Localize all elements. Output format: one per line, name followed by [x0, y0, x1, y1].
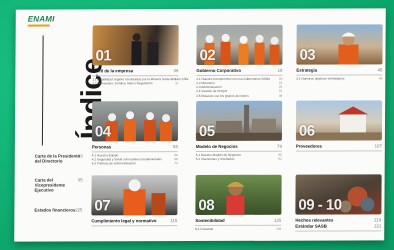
divider	[91, 225, 178, 226]
section-heading-sasb: Estándar SASB 221	[295, 223, 381, 228]
section-03[interactable]: 03 Estrategia 45 3.1 Nuestros objetivos e…	[296, 24, 383, 81]
section-number: 05	[198, 122, 215, 141]
section-heading: Proveedores 107	[296, 143, 382, 148]
section-heading: Perfil de la empresa 09	[92, 68, 178, 73]
subsection-item[interactable]: 1.2 Relevantes, Jurídica, Marco Regulato…	[92, 81, 178, 86]
section-07[interactable]: 07 Cumplimiento legal y normativo 115	[91, 175, 178, 226]
side-link-label: Estados financieros	[34, 207, 76, 213]
subsection-item[interactable]: 8.1 Industrial 126	[195, 226, 281, 231]
section-number: 06	[298, 122, 315, 140]
section-heading: Estrategia 45	[296, 67, 382, 72]
section-02[interactable]: 02 Gobierno Corporativo 19 2.1 Nuestro Co…	[196, 24, 283, 98]
section-title: Estrategia	[296, 67, 318, 73]
section-08-photo: 08	[195, 174, 282, 216]
index-page: ENAMI Índice Carta de la Presidenta del …	[14, 8, 386, 242]
section-page: 219	[374, 217, 382, 223]
section-title: Cumplimiento legal y normativo	[91, 218, 157, 224]
section-02-photo: 02	[196, 24, 283, 66]
section-title: Hechos relevantes	[295, 217, 334, 223]
section-page: 221	[374, 223, 382, 229]
section-number: 08	[198, 196, 215, 215]
side-link-page: 03	[77, 153, 83, 159]
section-title: Sostenibilidad	[195, 217, 225, 224]
section-06[interactable]: 06 Proveedores 107	[295, 100, 383, 152]
side-link-vicepresidente[interactable]: Carta del Vicepresidente Ejecutivo 05	[34, 177, 83, 193]
section-number: 07	[94, 197, 111, 215]
section-04-photo: 04	[91, 101, 179, 142]
section-title: Estándar SASB	[295, 223, 327, 229]
section-title: Perfil de la empresa	[92, 68, 134, 74]
section-page: 45	[377, 67, 383, 73]
side-link-estados[interactable]: Estados financieros 225	[34, 207, 83, 213]
section-heading: Cumplimiento legal y normativo 115	[91, 218, 177, 223]
section-page: 09	[173, 68, 179, 74]
section-07-photo: 07	[91, 175, 178, 216]
side-link-presidenta[interactable]: Carta de la Presidenta del Directorio 03	[34, 153, 83, 164]
section-05[interactable]: 05 Modelo de Negocios 79 5.1 Nuestro Mode…	[195, 100, 283, 162]
section-09-10[interactable]: 09 - 10 Hechos relevantes 219 Estándar SA…	[295, 174, 382, 232]
section-heading: Gobierno Corporativo 19	[196, 68, 282, 73]
index-sidebar: Índice Carta de la Presidenta del Direct…	[14, 9, 108, 241]
divider	[295, 230, 382, 232]
divider	[295, 150, 382, 152]
subsection-item[interactable]: 4.3 Políticas de subcontratación 74	[92, 161, 178, 166]
title-rule	[41, 35, 44, 146]
section-title: Modelo de Negocios	[195, 143, 238, 150]
subsection-item[interactable]: 5.2 Inversiones y resultados 92	[196, 157, 282, 162]
section-page: 79	[277, 143, 282, 149]
section-title: Gobierno Corporativo	[196, 67, 242, 74]
section-06-photo: 06	[295, 100, 383, 141]
section-number: 09 - 10	[298, 196, 342, 214]
section-04[interactable]: 04 Personas 55 4.1 Nuestro Equipo 56 4.2 S…	[91, 101, 179, 166]
section-page: 125	[274, 217, 282, 223]
section-heading: Hechos relevantes 219	[295, 217, 381, 222]
section-title: Proveedores	[295, 143, 322, 149]
section-heading: Personas 55	[92, 144, 178, 149]
section-page: 55	[173, 144, 178, 150]
section-title: Personas	[91, 144, 112, 150]
section-heading: Modelo de Negocios 79	[196, 144, 282, 149]
section-03-photo: 03	[296, 24, 383, 65]
section-09-photo: 09 - 10	[295, 174, 382, 215]
side-link-page: 05	[77, 177, 83, 183]
section-page: 19	[277, 67, 283, 73]
side-link-page: 225	[75, 207, 83, 213]
section-number: 01	[95, 47, 112, 65]
side-link-label: Carta del Vicepresidente Ejecutivo	[34, 177, 66, 193]
section-page: 107	[374, 143, 382, 149]
section-01[interactable]: 01 Perfil de la empresa 09 1.1 Estabilida…	[92, 25, 189, 86]
section-number: 02	[199, 46, 216, 65]
section-01-photo: 01	[92, 25, 179, 66]
section-number: 04	[94, 123, 111, 141]
section-08[interactable]: 08 Sostenibilidad 125 8.1 Industrial 126	[195, 174, 282, 231]
side-link-label: Carta de la Presidenta del Directorio	[34, 153, 80, 164]
section-page: 115	[170, 218, 178, 224]
section-05-photo: 05	[195, 100, 283, 142]
section-number: 03	[299, 46, 316, 64]
subsection-item[interactable]: 3.1 Nuestros objetivos estratégicos 46	[296, 76, 382, 81]
subsection-item[interactable]: 2.5 Relación con los grupos de interés 38	[196, 93, 282, 98]
section-heading: Sostenibilidad 125	[195, 218, 281, 223]
